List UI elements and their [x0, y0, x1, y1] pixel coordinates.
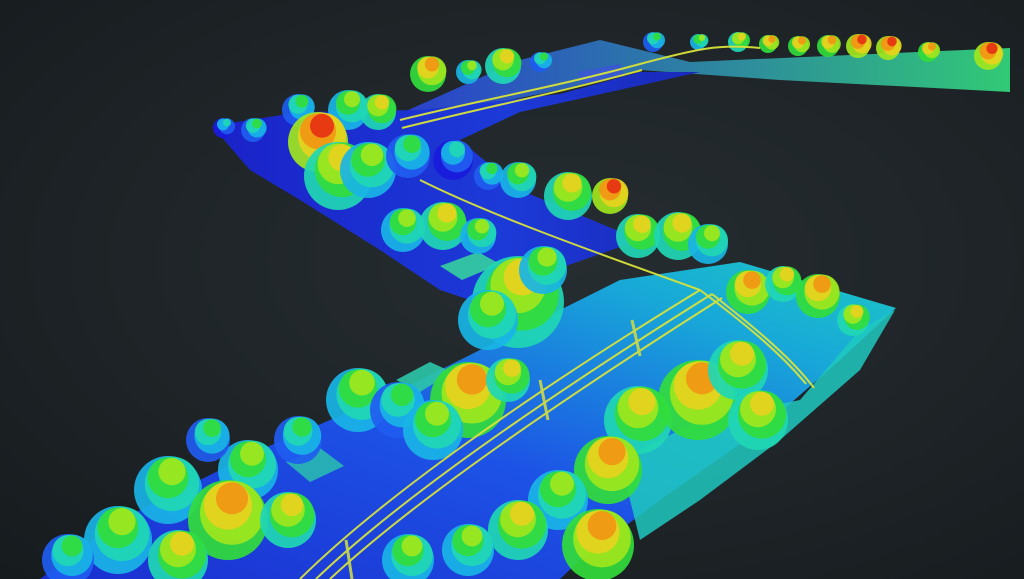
tree-canopy [170, 531, 194, 556]
tree-canopy [779, 267, 795, 282]
tree-canopy [704, 225, 720, 242]
tree-canopy [768, 35, 776, 43]
tree-canopy [292, 417, 312, 437]
tree-canopy [390, 383, 414, 407]
tree-canopy [813, 275, 831, 293]
tree-canopy [503, 359, 521, 377]
point-cloud-render [40, 32, 1010, 579]
tree-canopy [374, 95, 390, 110]
tree-canopy [510, 501, 534, 526]
lidar-scene [0, 0, 1024, 579]
tree-canopy [295, 94, 309, 108]
tree-canopy [698, 34, 706, 41]
tree-canopy [467, 60, 477, 71]
tree-canopy [486, 162, 498, 175]
tree-canopy [587, 511, 617, 540]
tree-canopy [437, 203, 457, 223]
tree-canopy [514, 163, 530, 178]
tree-canopy [672, 213, 692, 233]
tree-canopy [562, 173, 582, 193]
tree-canopy [606, 179, 622, 194]
tree-canopy [424, 57, 440, 72]
tree-canopy [628, 388, 656, 416]
tree-canopy [310, 113, 334, 138]
tree-canopy [730, 341, 754, 366]
tree-canopy [401, 535, 423, 557]
tree-canopy [280, 493, 304, 517]
tree-canopy [240, 441, 264, 466]
tree-canopy [216, 482, 248, 515]
tree-canopy [252, 118, 262, 129]
tree-canopy [449, 141, 465, 158]
tree-canopy [108, 508, 136, 536]
tree-canopy [360, 143, 384, 167]
tree-canopy [456, 364, 488, 395]
tree-canopy [398, 209, 416, 227]
tree-canopy [158, 458, 186, 486]
tree-canopy [480, 291, 504, 316]
tree-canopy [537, 247, 557, 267]
tree-canopy [827, 35, 837, 45]
tree-canopy [474, 219, 490, 234]
tree-canopy [403, 135, 421, 153]
tree-canopy [425, 401, 449, 426]
tree-canopy [743, 271, 761, 289]
tree-canopy [550, 471, 574, 496]
tree-canopy [857, 34, 867, 45]
tree-canopy [540, 52, 548, 61]
tree-canopy [499, 49, 515, 64]
tree-canopy [203, 419, 221, 437]
tree-canopy [61, 535, 83, 557]
tree-canopy [344, 91, 360, 108]
tree-canopy [986, 42, 998, 55]
tree-canopy [738, 32, 746, 41]
tree-canopy [798, 36, 806, 45]
tree-canopy [461, 525, 483, 547]
tree-canopy [349, 369, 375, 396]
tree-canopy [223, 118, 231, 127]
tree-canopy [598, 438, 626, 466]
tree-canopy [750, 391, 774, 416]
tree-canopy [928, 42, 936, 51]
tree-canopy [850, 304, 864, 318]
tree-canopy [633, 215, 651, 233]
tree-canopy [887, 36, 897, 47]
tree-canopy [653, 32, 661, 41]
